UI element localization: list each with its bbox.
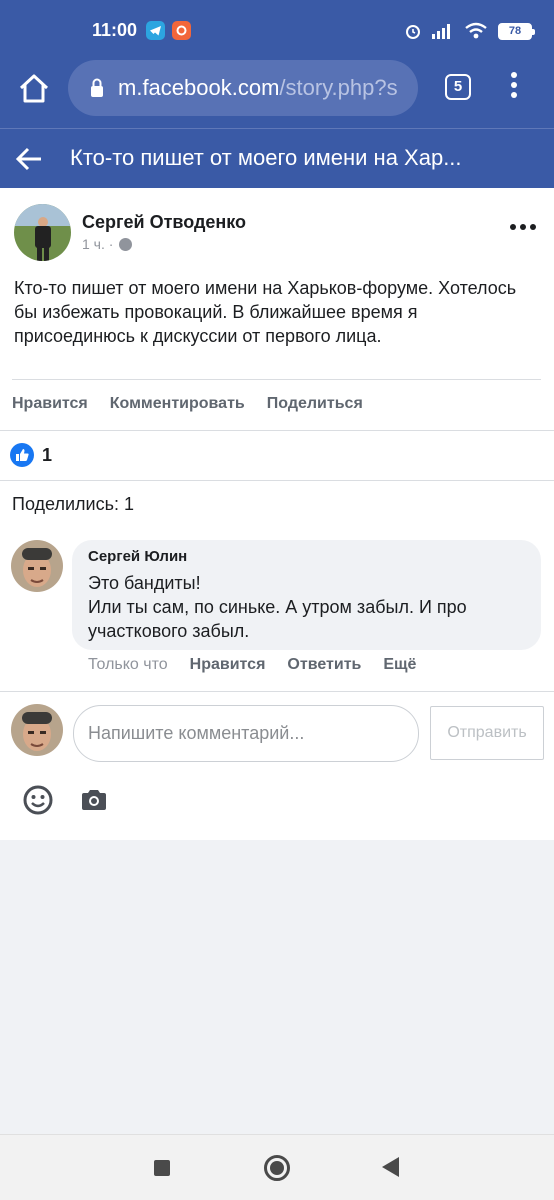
url-path: /story.php?s bbox=[279, 75, 398, 100]
comment-reply-button[interactable]: Ответить bbox=[287, 656, 361, 674]
page-title: Кто-то пишет от моего имени на Хар... bbox=[70, 145, 462, 170]
thumbs-up-icon bbox=[10, 443, 34, 467]
system-nav-bar bbox=[0, 1134, 554, 1200]
camera-icon[interactable] bbox=[80, 788, 108, 812]
tab-switcher-button[interactable]: 5 bbox=[445, 74, 471, 100]
back-arrow-icon[interactable] bbox=[14, 145, 44, 173]
comment-time: Только что bbox=[88, 656, 168, 673]
my-avatar bbox=[11, 704, 63, 756]
status-time: 11:00 bbox=[92, 20, 138, 40]
home-icon[interactable] bbox=[16, 70, 52, 106]
post-card: Сергей Отводенко 1 ч. · Кто-то пишет от … bbox=[0, 188, 554, 840]
browser-header: 11:00 78 m.facebook.com/story.php?s 5 Кт… bbox=[0, 0, 554, 188]
comment-like-button[interactable]: Нравится bbox=[190, 656, 266, 674]
divider bbox=[0, 430, 554, 431]
lock-icon bbox=[91, 78, 103, 97]
post-actions: Нравится Комментировать Поделиться bbox=[12, 395, 363, 413]
comment-bubble: Сергей Юлин Это бандиты! Или ты сам, по … bbox=[72, 540, 541, 650]
shares-count[interactable]: Поделились: 1 bbox=[12, 494, 134, 515]
comment-more-button[interactable]: Ещё bbox=[383, 656, 416, 674]
divider bbox=[0, 691, 554, 692]
recents-icon[interactable] bbox=[154, 1160, 170, 1176]
globe-icon bbox=[119, 237, 133, 251]
battery-icon: 78 bbox=[498, 22, 535, 40]
home-circle-icon[interactable] bbox=[264, 1155, 290, 1181]
wifi-icon bbox=[465, 22, 487, 39]
post-meta: 1 ч. · bbox=[82, 236, 133, 252]
overflow-menu-icon[interactable] bbox=[504, 72, 524, 102]
author-avatar[interactable] bbox=[14, 204, 71, 261]
alarm-icon bbox=[406, 25, 420, 39]
more-options-icon[interactable] bbox=[510, 224, 536, 230]
comment-input[interactable]: Напишите комментарий... bbox=[73, 705, 419, 762]
send-button[interactable]: Отправить bbox=[430, 706, 544, 760]
post-time: 1 ч. · bbox=[82, 236, 114, 252]
status-bar: 11:00 78 bbox=[0, 0, 554, 60]
url-host: m.facebook.com bbox=[118, 75, 280, 100]
commenter-avatar[interactable] bbox=[11, 540, 63, 592]
telegram-icon bbox=[146, 21, 165, 40]
comment-author[interactable]: Сергей Юлин bbox=[88, 548, 525, 565]
divider bbox=[0, 480, 554, 481]
comment-actions: Только что Нравится Ответить Ещё bbox=[88, 656, 416, 674]
comment-text: Это бандиты! Или ты сам, по синьке. А ут… bbox=[88, 573, 467, 641]
back-triangle-icon[interactable] bbox=[382, 1157, 399, 1177]
share-button[interactable]: Поделиться bbox=[267, 395, 363, 413]
post-text: Кто-то пишет от моего имени на Харьков-ф… bbox=[14, 278, 517, 346]
divider bbox=[12, 379, 541, 380]
like-count: 1 bbox=[42, 444, 53, 465]
post-author[interactable]: Сергей Отводенко bbox=[82, 212, 246, 233]
address-bar[interactable]: m.facebook.com/story.php?s bbox=[68, 60, 418, 116]
comment-button[interactable]: Комментировать bbox=[110, 395, 245, 413]
browser-toolbar: m.facebook.com/story.php?s 5 bbox=[0, 58, 554, 118]
page-header: Кто-то пишет от моего имени на Хар... bbox=[0, 128, 554, 188]
signal-icon bbox=[432, 24, 450, 39]
reactions-summary[interactable]: 1 bbox=[10, 443, 52, 467]
emoji-icon[interactable] bbox=[22, 784, 54, 816]
like-button[interactable]: Нравится bbox=[12, 395, 88, 413]
music-app-icon bbox=[172, 21, 191, 40]
